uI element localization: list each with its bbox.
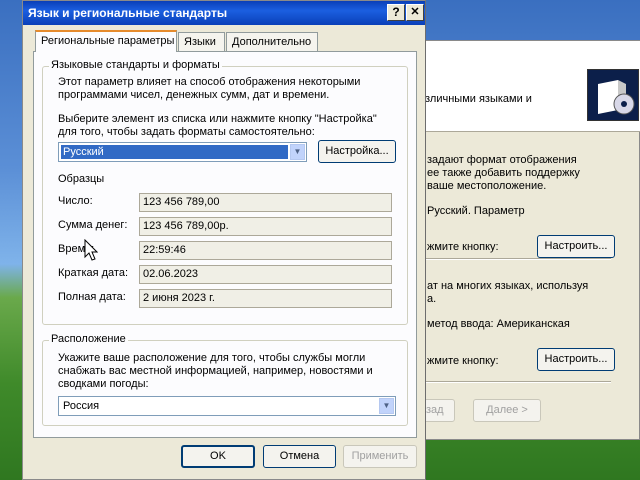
bg-text-line: зличными языками и: [425, 93, 532, 105]
tab-languages[interactable]: Языки: [178, 32, 225, 51]
sample-label-number: Число:: [58, 195, 93, 207]
locale-selected-value: Русский: [61, 145, 288, 159]
background-window: зличными языками и задают формат отображ…: [410, 40, 640, 440]
location-dropdown[interactable]: Россия ▼: [58, 396, 396, 416]
standards-group: Языковые стандарты и форматы Этот параме…: [42, 59, 408, 325]
bg-text-line: задают формат отображения: [427, 154, 577, 166]
background-header: зличными языками и: [411, 41, 640, 132]
apply-button[interactable]: Применить: [343, 445, 417, 468]
regional-settings-dialog: Язык и региональные стандарты ? ✕ Регион…: [22, 0, 426, 480]
location-description-line: снабжать вас местной информацией, наприм…: [58, 365, 373, 377]
tab-advanced[interactable]: Дополнительно: [226, 32, 318, 51]
samples-label: Образцы: [58, 173, 105, 185]
title-bar: Язык и региональные стандарты ? ✕: [23, 1, 425, 25]
divider: [411, 258, 611, 260]
ok-button[interactable]: OK: [181, 445, 255, 468]
dialog-title: Язык и региональные стандарты: [28, 6, 228, 20]
help-button[interactable]: ?: [387, 4, 405, 21]
sample-value-number: 123 456 789,00: [139, 193, 392, 212]
customize-button[interactable]: Настройка...: [318, 140, 396, 163]
sample-value-short-date: 02.06.2023: [139, 265, 392, 284]
sample-value-currency: 123 456 789,00р.: [139, 217, 392, 236]
configure-button[interactable]: Настроить...: [537, 348, 615, 371]
sample-label-long-date: Полная дата:: [58, 291, 126, 303]
bg-text-line: жмите кнопку:: [427, 355, 499, 367]
sample-value-long-date: 2 июня 2023 г.: [139, 289, 392, 308]
bg-text-line: ат на многих языках, используя: [427, 280, 589, 292]
description-line: программами чисел, денежных сумм, дат и …: [58, 89, 330, 101]
bg-text-line: а.: [427, 293, 437, 305]
sample-value-time: 22:59:46: [139, 241, 392, 260]
mouse-cursor-icon: [84, 239, 98, 261]
next-button[interactable]: Далее >: [473, 399, 541, 422]
bg-text-line: ее также добавить поддержку: [427, 167, 580, 179]
location-group: Расположение Укажите ваше расположение д…: [42, 333, 408, 426]
location-description-line: сводками погоды:: [58, 378, 149, 390]
sample-label-currency: Сумма денег:: [58, 219, 128, 231]
location-description-line: Укажите ваше расположение для того, чтоб…: [58, 352, 366, 364]
group-legend: Языковые стандарты и форматы: [49, 59, 222, 71]
divider: [411, 381, 611, 383]
description-line: Этот параметр влияет на способ отображен…: [58, 76, 361, 88]
chevron-down-icon[interactable]: ▼: [379, 398, 394, 414]
close-button[interactable]: ✕: [406, 4, 424, 21]
instruction-line: для того, чтобы задать форматы самостоят…: [58, 126, 315, 138]
locale-dropdown[interactable]: Русский ▼: [58, 142, 307, 162]
configure-button[interactable]: Настроить...: [537, 235, 615, 258]
cd-box-icon: [587, 69, 639, 121]
location-selected-value: Россия: [63, 400, 100, 412]
sample-label-short-date: Краткая дата:: [58, 267, 129, 279]
bg-text-line: Русский. Параметр: [427, 205, 525, 217]
chevron-down-icon[interactable]: ▼: [290, 144, 305, 160]
group-legend: Расположение: [49, 333, 128, 345]
tab-regional-options[interactable]: Региональные параметры: [35, 30, 177, 52]
instruction-line: Выберите элемент из списка или нажмите к…: [58, 113, 377, 125]
bg-text-line: жмите кнопку:: [427, 241, 499, 253]
cancel-button[interactable]: Отмена: [263, 445, 336, 468]
bg-text-line: метод ввода: Американская: [427, 318, 570, 330]
bg-text-line: ваше местоположение.: [427, 180, 547, 192]
